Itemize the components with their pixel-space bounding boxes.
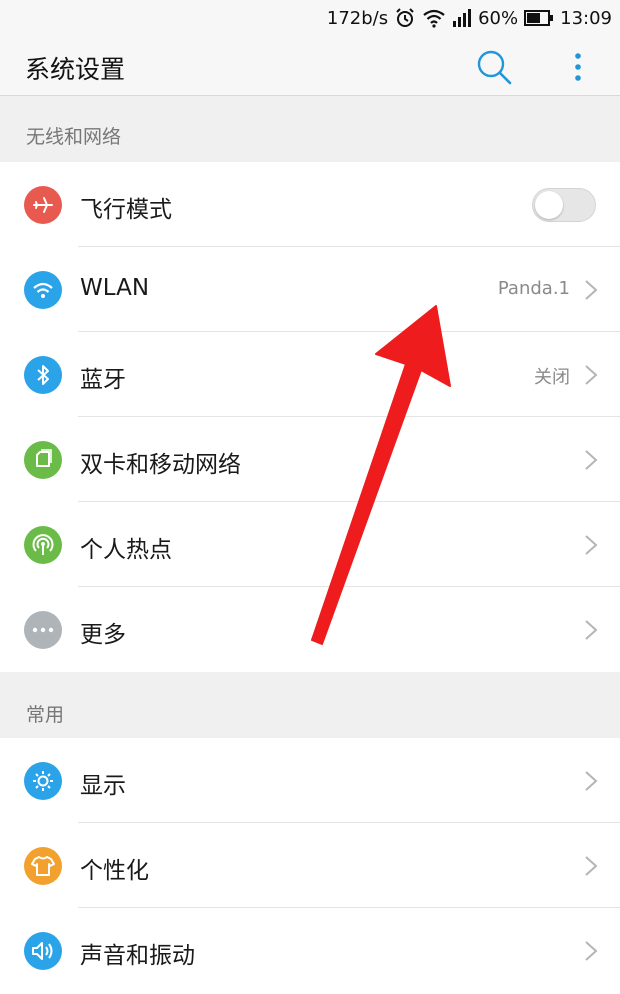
airplane-icon <box>24 186 62 224</box>
shirt-icon <box>24 847 62 885</box>
network-speed: 172b/s <box>326 7 389 29</box>
clock: 13:09 <box>560 7 612 29</box>
settings-row-wlan[interactable]: WLAN Panda.1 <box>0 247 620 332</box>
row-label: 显示 <box>80 773 126 799</box>
section-header-wireless: 无线和网络 <box>0 96 620 162</box>
row-label: 个性化 <box>80 858 149 884</box>
row-label: 双卡和移动网络 <box>80 452 241 478</box>
row-label: 更多 <box>80 622 126 648</box>
airplane-mode-toggle[interactable] <box>532 188 596 222</box>
wifi-icon <box>422 8 446 28</box>
row-label: 声音和振动 <box>80 943 195 969</box>
settings-row-bluetooth[interactable]: 蓝牙 关闭 <box>0 332 620 417</box>
chevron-right-icon <box>585 450 598 470</box>
row-label: 飞行模式 <box>80 197 172 223</box>
more-dots-icon <box>24 611 62 649</box>
brightness-icon <box>24 762 62 800</box>
chevron-right-icon <box>585 771 598 791</box>
settings-row-dual-sim[interactable]: 双卡和移动网络 <box>0 417 620 502</box>
section-title: 无线和网络 <box>26 126 122 148</box>
wifi-icon <box>24 271 62 309</box>
page-title: 系统设置 <box>25 55 126 84</box>
battery-icon <box>524 10 554 26</box>
row-value: Panda.1 <box>497 278 570 299</box>
settings-row-display[interactable]: 显示 <box>0 738 620 823</box>
settings-row-hotspot[interactable]: 个人热点 <box>0 502 620 587</box>
app-header: 系统设置 <box>0 36 620 96</box>
chevron-right-icon <box>585 620 598 640</box>
signal-icon <box>452 9 472 27</box>
settings-row-sound[interactable]: 声音和振动 <box>0 908 620 993</box>
search-button[interactable] <box>474 47 514 87</box>
alarm-icon <box>394 7 416 29</box>
hotspot-icon <box>24 526 62 564</box>
row-value: 关闭 <box>534 367 570 388</box>
row-label: 蓝牙 <box>80 367 126 393</box>
settings-row-personalization[interactable]: 个性化 <box>0 823 620 908</box>
status-bar: 172b/s 60% 13:09 <box>0 0 620 36</box>
chevron-right-icon <box>585 856 598 876</box>
more-vert-icon <box>575 53 581 81</box>
section-title: 常用 <box>26 704 65 726</box>
settings-row-airplane-mode[interactable]: 飞行模式 <box>0 162 620 247</box>
search-icon <box>477 50 512 85</box>
chevron-right-icon <box>585 365 598 385</box>
more-options-button[interactable] <box>562 47 594 87</box>
chevron-right-icon <box>585 941 598 961</box>
settings-row-more[interactable]: 更多 <box>0 587 620 672</box>
bluetooth-icon <box>24 356 62 394</box>
battery-percent: 60% <box>478 7 519 29</box>
chevron-right-icon <box>585 280 598 300</box>
section-header-common: 常用 <box>0 672 620 738</box>
row-label: 个人热点 <box>80 537 172 563</box>
toggle-knob <box>535 191 563 219</box>
speaker-icon <box>24 932 62 970</box>
chevron-right-icon <box>585 535 598 555</box>
sim-icon <box>24 441 62 479</box>
row-label: WLAN <box>80 275 150 301</box>
